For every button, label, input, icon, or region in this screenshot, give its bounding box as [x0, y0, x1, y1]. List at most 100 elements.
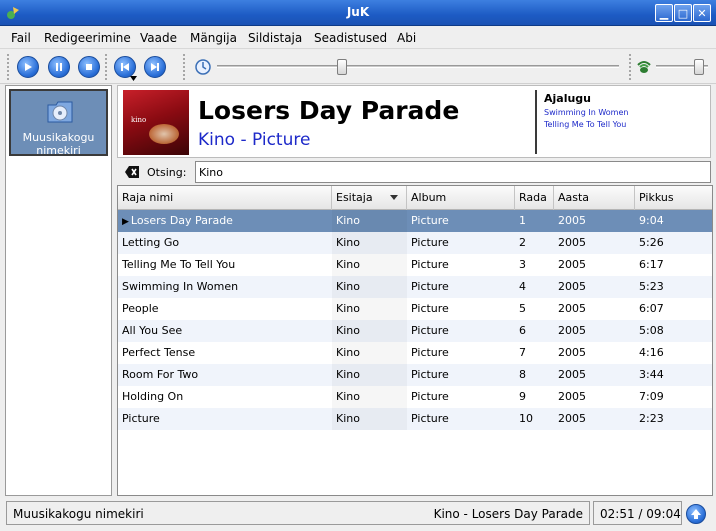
close-button[interactable]: ✕: [693, 4, 711, 22]
table-row[interactable]: Perfect Tense Kino Picture 7 2005 4:16: [118, 342, 712, 364]
table-row[interactable]: Swimming In Women Kino Picture 4 2005 5:23: [118, 276, 712, 298]
menu-vaade[interactable]: Vaade: [140, 31, 177, 45]
table-row[interactable]: Holding On Kino Picture 9 2005 7:09: [118, 386, 712, 408]
cell-album: Picture: [407, 254, 515, 276]
column-header-length[interactable]: Pikkus: [635, 186, 712, 210]
maximize-button[interactable]: □: [674, 4, 692, 22]
cell-track-name: Picture: [118, 408, 332, 430]
cell-length-text: 7:09: [639, 390, 664, 403]
toolbar-handle-4[interactable]: [628, 53, 632, 81]
cell-year: 2005: [554, 254, 635, 276]
cell-year: 2005: [554, 320, 635, 342]
cell-length-text: 9:04: [639, 214, 664, 227]
cell-artist-text: Kino: [336, 324, 360, 337]
play-button[interactable]: [17, 56, 39, 78]
cell-length-text: 5:23: [639, 280, 664, 293]
toolbar-handle-3[interactable]: [182, 53, 186, 81]
cell-artist-text: Kino: [336, 302, 360, 315]
cell-track-number-text: 6: [519, 324, 526, 337]
close-icon: ✕: [697, 6, 707, 20]
cell-length-text: 2:23: [639, 412, 664, 425]
column-header-track-name[interactable]: Raja nimi: [118, 186, 332, 210]
table-row[interactable]: Picture Kino Picture 10 2005 2:23: [118, 408, 712, 430]
jump-to-playing-button[interactable]: [686, 504, 706, 524]
table-row[interactable]: Room For Two Kino Picture 8 2005 3:44: [118, 364, 712, 386]
cell-year: 2005: [554, 408, 635, 430]
table-row[interactable]: Telling Me To Tell You Kino Picture 3 2005 6:…: [118, 254, 712, 276]
cell-artist: Kino: [332, 342, 407, 364]
search-input[interactable]: [195, 161, 711, 183]
cell-track-number-text: 7: [519, 346, 526, 359]
table-row[interactable]: Letting Go Kino Picture 2 2005 5:26: [118, 232, 712, 254]
toolbar-handle-2[interactable]: [104, 53, 108, 81]
menu-redigeerimine[interactable]: Redigeerimine: [44, 31, 131, 45]
menu-mangija[interactable]: Mängija: [190, 31, 237, 45]
clock-icon: [195, 59, 211, 75]
table-row[interactable]: All You See Kino Picture 6 2005 5:08: [118, 320, 712, 342]
cell-track-number-text: 9: [519, 390, 526, 403]
history-title: Ajalugu: [544, 92, 592, 105]
volume-handle[interactable]: [693, 59, 704, 75]
cell-track-number: 6: [515, 320, 554, 342]
volume-icon: [637, 61, 651, 73]
cell-year: 2005: [554, 276, 635, 298]
cell-year-text: 2005: [558, 280, 586, 293]
next-icon: [151, 63, 159, 71]
cell-artist-text: Kino: [336, 236, 360, 249]
cell-album-text: Picture: [411, 390, 449, 403]
track-position-slider[interactable]: [217, 65, 619, 68]
cell-album: Picture: [407, 342, 515, 364]
pause-button[interactable]: [48, 56, 70, 78]
column-header-track-number[interactable]: Rada: [515, 186, 554, 210]
cover-text: kino: [131, 116, 147, 124]
cell-album: Picture: [407, 232, 515, 254]
cell-track-name: Perfect Tense: [118, 342, 332, 364]
previous-dropdown-icon[interactable]: [130, 76, 137, 81]
cell-track-number-text: 2: [519, 236, 526, 249]
sidebar-item-collection[interactable]: Muusikakogu nimekiri: [9, 89, 108, 157]
cell-length-text: 6:07: [639, 302, 664, 315]
now-playing-title: Losers Day Parade: [198, 96, 460, 125]
cell-length: 5:26: [635, 232, 712, 254]
cell-track-name: Room For Two: [118, 364, 332, 386]
menu-sildistaja[interactable]: Sildistaja: [248, 31, 302, 45]
status-current-track[interactable]: Kino - Losers Day Parade: [434, 507, 583, 521]
cell-album: Picture: [407, 320, 515, 342]
history-item[interactable]: Telling Me To Tell You: [544, 120, 628, 129]
cell-track-number: 4: [515, 276, 554, 298]
minimize-icon: ▁: [659, 6, 669, 20]
table-row[interactable]: People Kino Picture 5 2005 6:07: [118, 298, 712, 320]
play-icon: [25, 63, 32, 71]
history-item[interactable]: Swimming In Women: [544, 108, 628, 117]
minimize-button[interactable]: ▁: [655, 4, 673, 22]
cell-album-text: Picture: [411, 236, 449, 249]
cell-album: Picture: [407, 298, 515, 320]
cell-album-text: Picture: [411, 412, 449, 425]
cell-year-text: 2005: [558, 324, 586, 337]
cell-album: Picture: [407, 364, 515, 386]
menu-abi[interactable]: Abi: [397, 31, 416, 45]
column-header-album[interactable]: Album: [407, 186, 515, 210]
stop-button[interactable]: [78, 56, 100, 78]
stop-icon: [86, 64, 92, 70]
clear-search-icon[interactable]: [124, 165, 140, 179]
cell-artist: Kino: [332, 254, 407, 276]
column-header-year[interactable]: Aasta: [554, 186, 635, 210]
now-playing-artist-album[interactable]: Kino - Picture: [198, 130, 310, 150]
cell-length: 4:16: [635, 342, 712, 364]
previous-button[interactable]: [114, 56, 136, 78]
cell-track-name-text: Holding On: [122, 390, 184, 403]
menu-seadistused[interactable]: Seadistused: [314, 31, 387, 45]
toolbar-handle[interactable]: [6, 53, 10, 81]
cell-length: 7:09: [635, 386, 712, 408]
track-position-handle[interactable]: [336, 59, 347, 75]
next-button[interactable]: [144, 56, 166, 78]
cell-track-number: 7: [515, 342, 554, 364]
cell-year-text: 2005: [558, 214, 586, 227]
cell-album-text: Picture: [411, 214, 449, 227]
table-row[interactable]: ▶ Losers Day Parade Kino Picture 1 2005 9:04: [118, 210, 712, 232]
menu-fail[interactable]: Fail: [11, 31, 31, 45]
cell-track-number: 8: [515, 364, 554, 386]
column-header-artist[interactable]: Esitaja: [332, 186, 407, 210]
cell-artist: Kino: [332, 320, 407, 342]
